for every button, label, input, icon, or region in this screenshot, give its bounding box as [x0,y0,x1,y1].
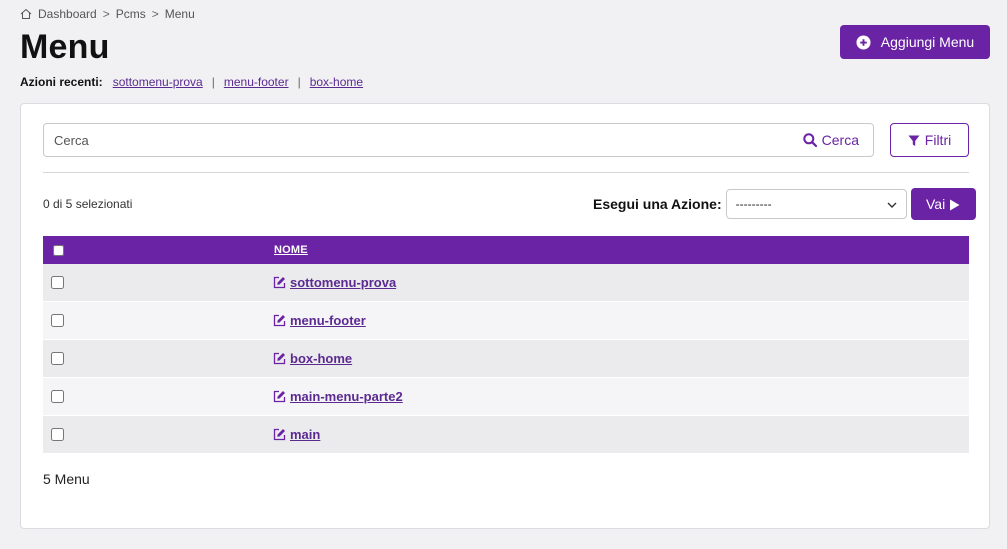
select-all-checkbox[interactable] [53,245,64,256]
home-icon [20,8,32,20]
row-name-link[interactable]: menu-footer [290,313,366,328]
page-title: Menu [20,28,110,66]
breadcrumb-pcms[interactable]: Pcms [116,7,146,21]
breadcrumb-current: Menu [164,7,195,21]
edit-icon [273,390,286,403]
breadcrumb-separator: > [151,7,159,21]
breadcrumb-dashboard[interactable]: Dashboard [38,7,97,21]
edit-icon [273,428,286,441]
plus-circle-icon [856,34,871,50]
column-header-name[interactable]: NOME [274,244,308,256]
table-row: main [43,416,969,454]
menu-list-card: Cerca Filtri 0 di 5 selezionati Esegui u… [20,103,990,529]
recent-action-link[interactable]: menu-footer [224,75,289,89]
action-label: Esegui una Azione: [593,196,722,212]
add-menu-button[interactable]: Aggiungi Menu [840,25,990,59]
recent-actions-label: Azioni recenti: [20,75,103,89]
breadcrumb: Dashboard > Pcms > Menu [20,7,195,21]
search-input[interactable] [44,124,784,156]
row-name-link[interactable]: main-menu-parte2 [290,389,403,404]
table-row: menu-footer [43,302,969,340]
filter-icon [908,134,920,146]
filter-button-label: Filtri [924,132,952,148]
recent-action-link[interactable]: sottomenu-prova [113,75,203,89]
row-checkbox[interactable] [51,314,64,327]
recent-actions: Azioni recenti: sottomenu-prova | menu-f… [20,75,363,89]
row-name-cell: main [273,427,320,442]
edit-icon [273,276,286,289]
row-name-link[interactable]: box-home [290,351,352,366]
menu-table: NOME sottomenu-prova menu-footer box-hom… [43,236,969,454]
table-row: sottomenu-prova [43,264,969,302]
filter-button[interactable]: Filtri [890,123,969,157]
recent-separator: | [297,75,301,89]
action-select[interactable]: --------- [725,189,907,219]
table-row: box-home [43,340,969,378]
row-checkbox[interactable] [51,352,64,365]
row-checkbox[interactable] [51,428,64,441]
search-button[interactable]: Cerca [802,124,859,156]
row-name-cell: menu-footer [273,313,366,328]
play-icon [949,198,960,211]
search-box: Cerca [43,123,874,157]
bulk-action-area: Esegui una Azione: --------- Vai [593,188,976,220]
search-button-label: Cerca [821,132,859,148]
row-checkbox[interactable] [51,276,64,289]
row-name-cell: box-home [273,351,352,366]
row-name-cell: sottomenu-prova [273,275,396,290]
go-button-label: Vai [926,196,946,212]
action-select-value: --------- [735,197,772,211]
breadcrumb-separator: > [102,7,110,21]
add-menu-label: Aggiungi Menu [880,34,975,50]
row-checkbox[interactable] [51,390,64,403]
table-row: main-menu-parte2 [43,378,969,416]
chevron-down-icon [886,199,898,211]
row-name-link[interactable]: sottomenu-prova [290,275,396,290]
edit-icon [273,352,286,365]
selection-counter: 0 di 5 selezionati [43,197,133,211]
total-count: 5 Menu [43,471,90,487]
divider [43,172,969,173]
recent-separator: | [211,75,215,89]
go-button[interactable]: Vai [910,188,976,220]
edit-icon [273,314,286,327]
search-icon [802,133,817,148]
table-header: NOME [43,236,969,264]
recent-action-link[interactable]: box-home [310,75,363,89]
row-name-link[interactable]: main [290,427,320,442]
row-name-cell: main-menu-parte2 [273,389,403,404]
